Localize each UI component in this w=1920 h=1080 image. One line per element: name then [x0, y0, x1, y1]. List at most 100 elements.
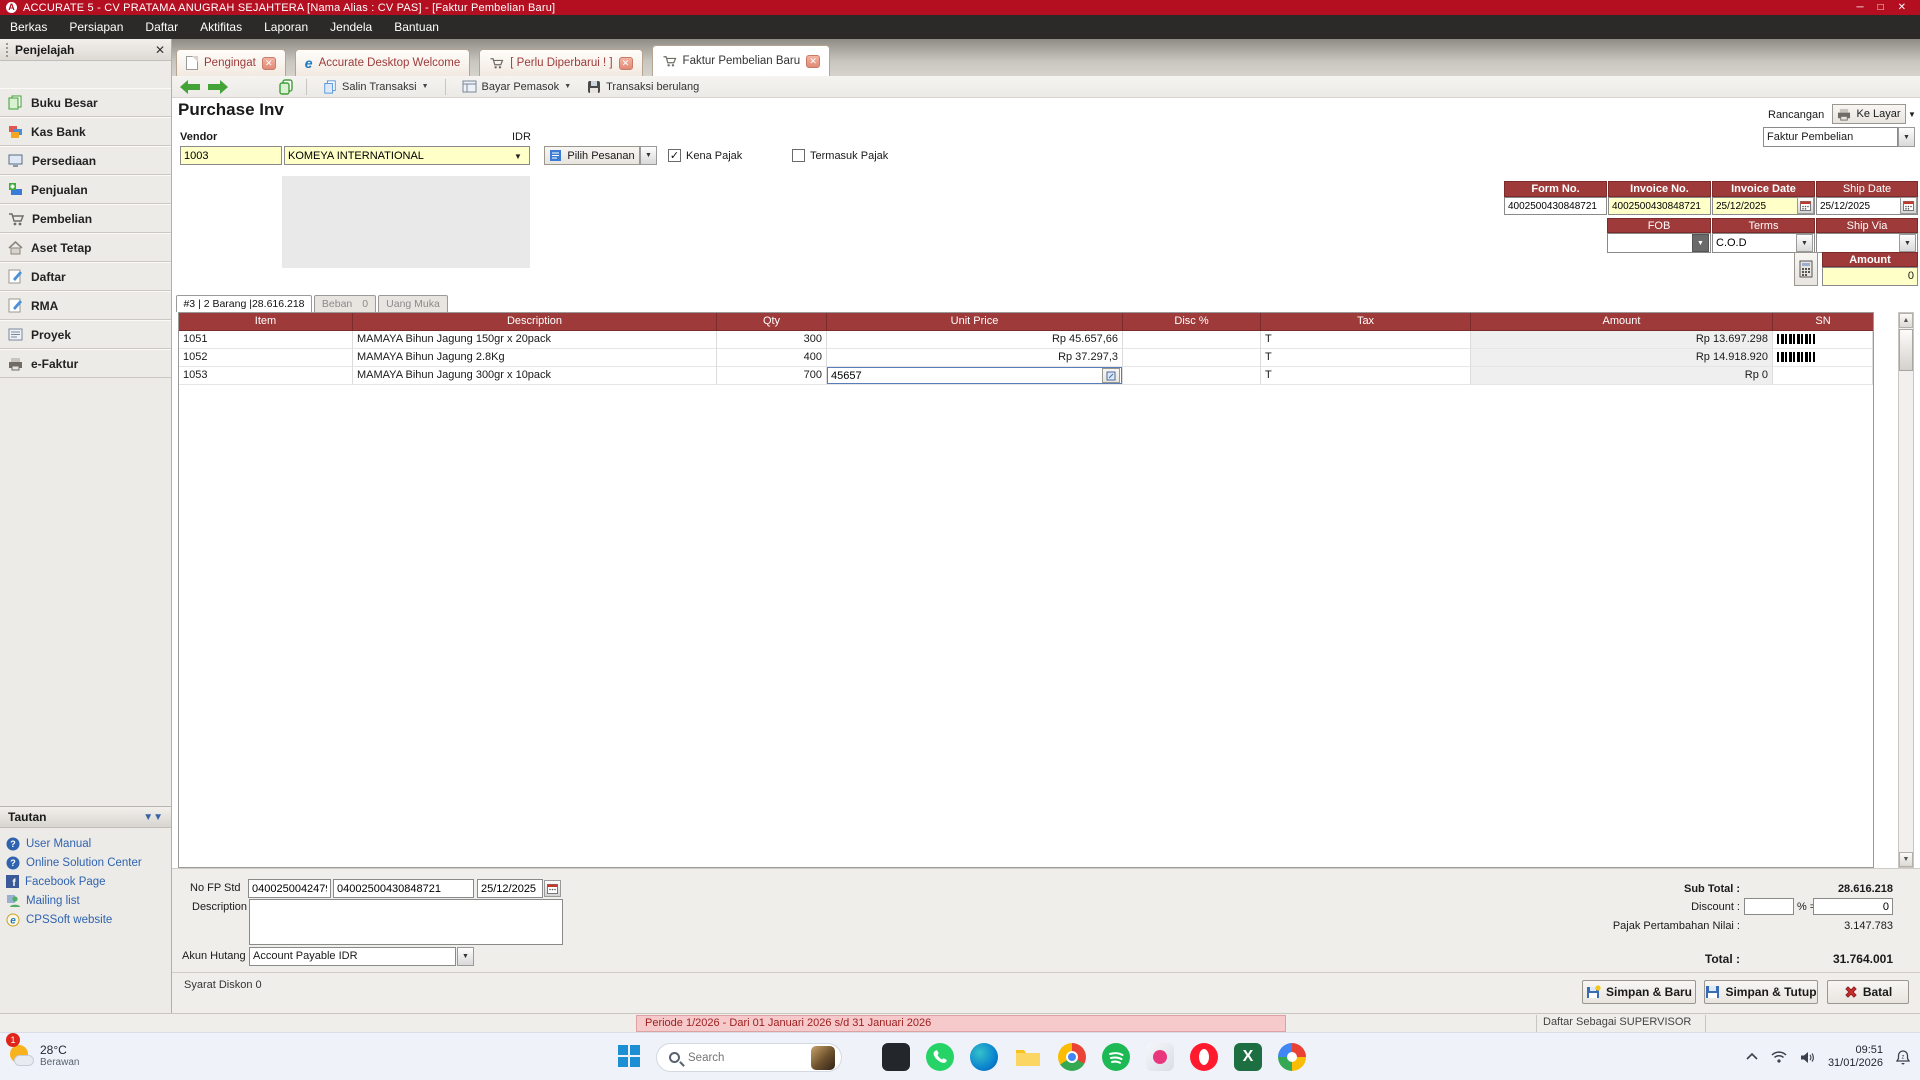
- sidebar-close-icon[interactable]: ✕: [155, 43, 165, 57]
- table-row[interactable]: 1052 MAMAYA Bihun Jagung 2.8Kg 400 Rp 37…: [179, 349, 1873, 367]
- menu-daftar[interactable]: Daftar: [145, 20, 178, 34]
- cell-item[interactable]: 1052: [179, 349, 353, 367]
- no-fp-input-1[interactable]: [248, 879, 331, 898]
- description-textarea[interactable]: [249, 899, 563, 945]
- cell-qty[interactable]: 400: [717, 349, 827, 367]
- akun-hutang-dropdown-icon[interactable]: ▼: [457, 947, 474, 966]
- form-no-input[interactable]: [1504, 197, 1607, 215]
- col-header-tax[interactable]: Tax: [1261, 313, 1471, 331]
- link-user-manual[interactable]: ? User Manual: [6, 834, 170, 853]
- sidebar-item-e-faktur[interactable]: e-Faktur: [0, 349, 171, 378]
- tab-close-icon[interactable]: ✕: [619, 57, 633, 70]
- sidebar-item-aset-tetap[interactable]: Aset Tetap: [0, 233, 171, 262]
- simpan-baru-button[interactable]: Simpan & Baru: [1582, 980, 1696, 1004]
- tab-faktur-pembelian-baru[interactable]: Faktur Pembelian Baru ✕: [652, 45, 831, 76]
- cell-tax[interactable]: T: [1261, 367, 1471, 385]
- link-mailing-list[interactable]: Mailing list: [6, 891, 170, 910]
- vendor-dropdown-arrow-icon[interactable]: ▼: [514, 152, 522, 161]
- app-icon-whatsapp[interactable]: [926, 1043, 954, 1071]
- link-online-solution-center[interactable]: ? Online Solution Center: [6, 853, 170, 872]
- cell-item[interactable]: 1053: [179, 367, 353, 385]
- app-icon-chrome[interactable]: [1058, 1043, 1086, 1071]
- cell-qty[interactable]: 700: [717, 367, 827, 385]
- cell-sn[interactable]: [1773, 349, 1873, 367]
- sidebar-item-buku-besar[interactable]: Buku Besar: [0, 88, 171, 117]
- cell-tax[interactable]: T: [1261, 349, 1471, 367]
- app-icon-console[interactable]: [882, 1043, 910, 1071]
- search-highlight-image[interactable]: [811, 1046, 835, 1070]
- maximize-icon[interactable]: □: [1878, 3, 1884, 13]
- menu-aktifitas[interactable]: Aktifitas: [200, 20, 242, 34]
- sidebar-item-persediaan[interactable]: Persediaan: [0, 146, 171, 175]
- cell-qty[interactable]: 300: [717, 331, 827, 349]
- print-template-select[interactable]: Faktur Pembelian: [1763, 127, 1898, 147]
- kena-pajak-checkbox[interactable]: ✓: [668, 149, 681, 162]
- cell-sn[interactable]: [1773, 367, 1873, 385]
- app-icon-snip-tool[interactable]: [1146, 1043, 1174, 1071]
- tab-accurate-desktop-welcome[interactable]: e Accurate Desktop Welcome: [295, 49, 470, 76]
- copy-icon[interactable]: [278, 79, 294, 95]
- col-header-sn[interactable]: SN: [1773, 313, 1873, 331]
- app-icon-opera[interactable]: [1190, 1043, 1218, 1071]
- search-input[interactable]: [688, 1052, 788, 1064]
- link-facebook-page[interactable]: f Facebook Page: [6, 872, 170, 891]
- cell-tax[interactable]: T: [1261, 331, 1471, 349]
- salin-transaksi-button[interactable]: Salin Transaksi ▼: [319, 79, 433, 95]
- close-icon[interactable]: ✕: [1898, 3, 1906, 13]
- cell-disc[interactable]: [1123, 367, 1261, 385]
- cell-description[interactable]: MAMAYA Bihun Jagung 2.8Kg: [353, 349, 717, 367]
- akun-hutang-select[interactable]: Account Payable IDR: [249, 947, 456, 966]
- vendor-name-select[interactable]: [284, 146, 530, 165]
- taskbar-search[interactable]: [656, 1043, 842, 1072]
- tab-uang-muka[interactable]: Uang Muka: [378, 295, 448, 312]
- table-scrollbar[interactable]: ▲ ▼: [1898, 312, 1914, 868]
- col-header-disc[interactable]: Disc %: [1123, 313, 1261, 331]
- chevron-down-icon[interactable]: ▼: [564, 83, 571, 90]
- bayar-pemasok-button[interactable]: Bayar Pemasok ▼: [458, 79, 576, 94]
- minimize-icon[interactable]: ─: [1856, 3, 1863, 13]
- notification-bell-icon[interactable]: z: [1896, 1050, 1910, 1065]
- back-icon[interactable]: [180, 80, 200, 94]
- transaksi-berulang-button[interactable]: Transaksi berulang: [583, 79, 703, 95]
- tautan-header[interactable]: Tautan ▼▼: [0, 806, 171, 828]
- volume-icon[interactable]: [1800, 1051, 1815, 1064]
- chevron-down-icon[interactable]: ▼: [422, 83, 429, 90]
- tab-close-icon[interactable]: ✕: [806, 55, 820, 68]
- menu-laporan[interactable]: Laporan: [264, 20, 308, 34]
- col-header-item[interactable]: Item: [179, 313, 353, 331]
- app-icon-spotify[interactable]: [1102, 1043, 1130, 1071]
- cell-description[interactable]: MAMAYA Bihun Jagung 150gr x 20pack: [353, 331, 717, 349]
- table-row[interactable]: 1053 MAMAYA Bihun Jagung 300gr x 10pack …: [179, 367, 1873, 385]
- ke-layar-button[interactable]: Ke Layar: [1832, 104, 1906, 124]
- sidebar-item-proyek[interactable]: Proyek: [0, 320, 171, 349]
- ke-layar-dropdown-icon[interactable]: ▼: [1908, 110, 1916, 119]
- sidebar-item-penjualan[interactable]: Penjualan: [0, 175, 171, 204]
- wifi-icon[interactable]: [1771, 1051, 1787, 1063]
- link-cpssoft-website[interactable]: e CPSSoft website: [6, 910, 170, 929]
- app-icon-file-explorer[interactable]: [1014, 1043, 1042, 1071]
- invoice-no-input[interactable]: [1608, 197, 1711, 215]
- cell-disc[interactable]: [1123, 349, 1261, 367]
- app-icon-excel[interactable]: X: [1234, 1043, 1262, 1071]
- tray-chevron-up-icon[interactable]: [1746, 1053, 1758, 1061]
- cell-item[interactable]: 1051: [179, 331, 353, 349]
- ship-via-dropdown-icon[interactable]: ▼: [1899, 234, 1916, 252]
- fob-dropdown-icon[interactable]: ▼: [1692, 234, 1709, 252]
- cell-sn[interactable]: [1773, 331, 1873, 349]
- menu-jendela[interactable]: Jendela: [330, 20, 372, 34]
- double-chevron-down-icon[interactable]: ▼▼: [143, 812, 163, 823]
- scroll-up-icon[interactable]: ▲: [1899, 313, 1913, 328]
- ship-date-calendar-icon[interactable]: [1900, 197, 1917, 214]
- tab-barang[interactable]: #3 | 2 Barang |28.616.218: [176, 295, 312, 312]
- batal-button[interactable]: Batal: [1827, 980, 1909, 1004]
- sidebar-item-pembelian[interactable]: Pembelian: [0, 204, 171, 233]
- taskbar-clock[interactable]: 09:51 31/01/2026: [1828, 1044, 1883, 1070]
- tab-pengingat[interactable]: Pengingat ✕: [176, 49, 286, 76]
- sidebar-item-rma[interactable]: RMA: [0, 291, 171, 320]
- unit-price-edit-input[interactable]: [827, 367, 1122, 384]
- scrollbar-thumb[interactable]: [1899, 329, 1913, 371]
- sidebar-item-daftar[interactable]: Daftar: [0, 262, 171, 291]
- cell-amount[interactable]: Rp 14.918.920: [1471, 349, 1773, 367]
- cell-description[interactable]: MAMAYA Bihun Jagung 300gr x 10pack: [353, 367, 717, 385]
- col-header-amount[interactable]: Amount: [1471, 313, 1773, 331]
